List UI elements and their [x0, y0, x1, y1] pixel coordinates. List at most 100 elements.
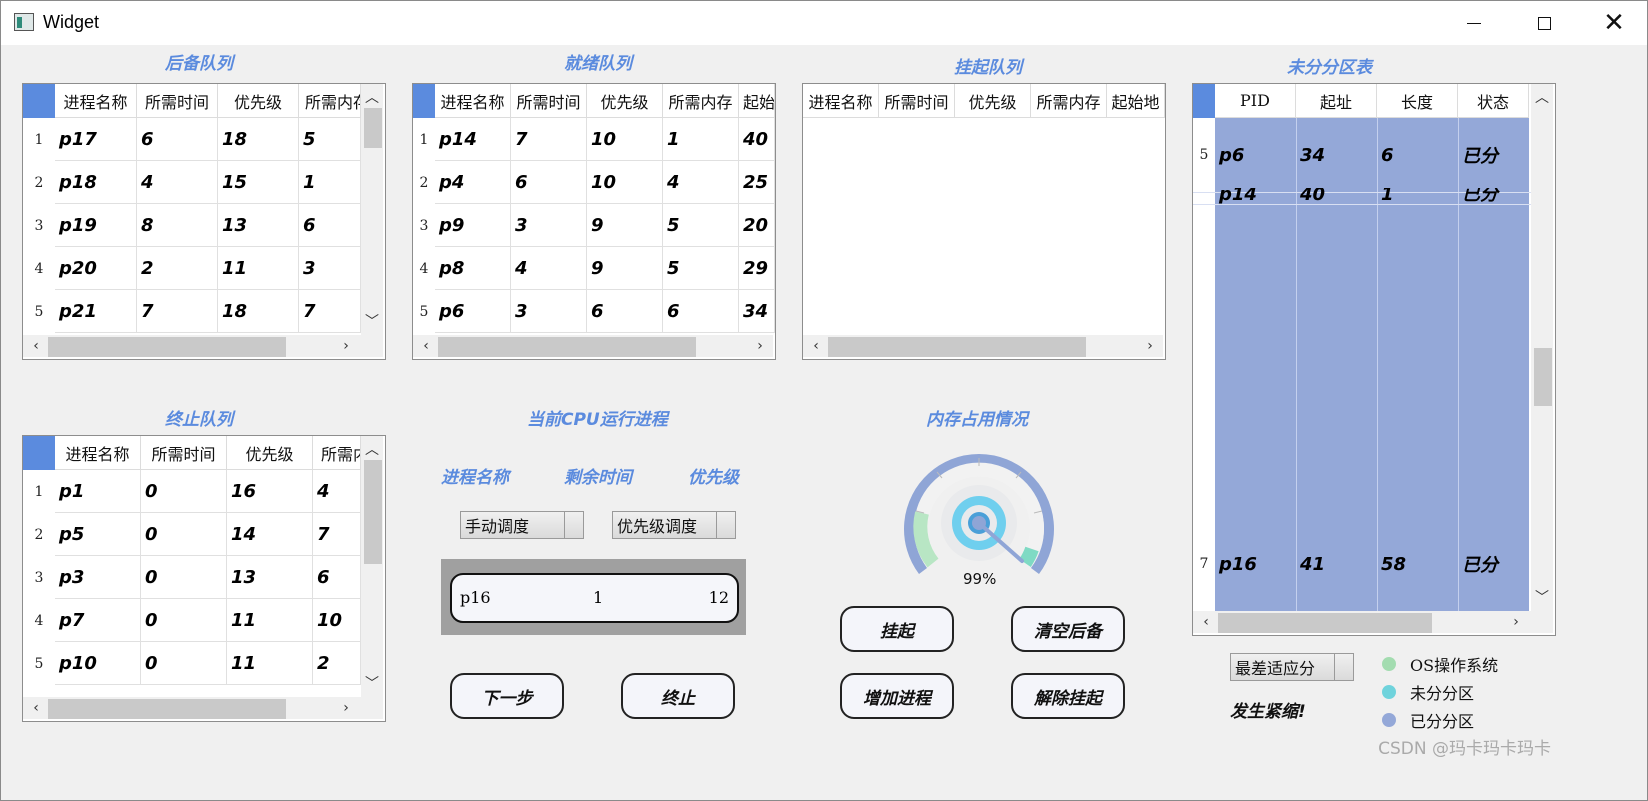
row-header[interactable]: 3 [23, 556, 55, 599]
column-header[interactable]: 所需内存 [1031, 84, 1107, 118]
table-cell[interactable]: 58 [1377, 542, 1458, 586]
table-cell[interactable]: 1 [299, 161, 361, 204]
table-cell[interactable]: p5 [55, 513, 141, 556]
table-cell[interactable]: 18 [218, 118, 299, 161]
table-cell[interactable]: 4 [511, 247, 587, 290]
vertical-scrollbar[interactable]: ︿ ﹀ [361, 436, 383, 697]
table-cell[interactable]: 3 [511, 290, 587, 333]
column-header[interactable]: 进程名称 [803, 84, 879, 118]
column-header[interactable]: 所需时间 [879, 84, 955, 118]
row-header[interactable]: 2 [23, 161, 55, 204]
add-process-button[interactable]: 增加进程 [840, 673, 954, 719]
horizontal-scrollbar[interactable]: ‹ › [23, 335, 383, 357]
column-header[interactable]: 状态 [1458, 84, 1529, 118]
row-header[interactable]: 4 [413, 247, 435, 290]
table-cell[interactable]: p18 [55, 161, 137, 204]
scroll-down-icon[interactable]: ﹀ [1533, 588, 1551, 606]
table-cell[interactable]: 6 [511, 161, 587, 204]
row-header[interactable]: 5 [1193, 118, 1215, 192]
next-step-button[interactable]: 下一步 [450, 673, 564, 719]
row-header[interactable]: 5 [23, 290, 55, 333]
table-cell[interactable]: 34 [1296, 118, 1377, 192]
scroll-thumb[interactable] [48, 337, 286, 357]
free-partition-table[interactable]: PID 起址 长度 状态 5 p6 34 6 已分 p14 40 1 已分 7 … [1192, 83, 1556, 636]
row-header[interactable]: 7 [1193, 542, 1215, 586]
table-cell[interactable]: 6 [1377, 118, 1458, 192]
table-cell[interactable]: 10 [313, 599, 361, 642]
column-header[interactable]: 进程名称 [435, 84, 511, 118]
table-cell[interactable]: 6 [299, 204, 361, 247]
scroll-left-icon[interactable]: ‹ [1197, 613, 1215, 631]
table-cell[interactable]: 10 [587, 161, 663, 204]
table-cell[interactable]: 1 [663, 118, 739, 161]
scroll-left-icon[interactable]: ‹ [27, 337, 45, 355]
row-header[interactable]: 2 [413, 161, 435, 204]
table-cell[interactable]: 20 [739, 204, 775, 247]
table-cell[interactable]: 4 [137, 161, 218, 204]
table-cell[interactable]: 8 [137, 204, 218, 247]
close-button[interactable]: ✕ [1584, 1, 1644, 45]
terminate-button[interactable]: 终止 [621, 673, 735, 719]
table-cell[interactable]: 13 [218, 204, 299, 247]
table-cell[interactable]: p14 [1215, 188, 1296, 204]
scroll-right-icon[interactable]: › [1507, 613, 1525, 631]
table-cell[interactable]: 29 [739, 247, 775, 290]
table-cell[interactable]: 7 [137, 290, 218, 333]
row-header[interactable]: 5 [413, 290, 435, 333]
scroll-up-icon[interactable]: ︿ [363, 440, 381, 458]
backup-queue-table[interactable]: 进程名称 所需时间 优先级 所需内存 1 p17 6 18 5 2 p18 4 … [22, 83, 386, 360]
row-header[interactable]: 4 [23, 599, 55, 642]
row-header[interactable]: 1 [23, 470, 55, 513]
table-cell[interactable]: 已分 [1458, 118, 1529, 192]
scroll-right-icon[interactable]: › [337, 337, 355, 355]
table-cell[interactable]: 2 [137, 247, 218, 290]
column-header[interactable]: 优先级 [955, 84, 1031, 118]
table-cell[interactable]: 14 [227, 513, 313, 556]
table-cell[interactable]: p10 [55, 642, 141, 685]
table-cell[interactable]: p20 [55, 247, 137, 290]
table-cell[interactable]: 6 [663, 290, 739, 333]
table-cell[interactable]: 7 [299, 290, 361, 333]
table-cell[interactable]: 34 [739, 290, 775, 333]
table-cell[interactable]: 5 [299, 118, 361, 161]
horizontal-scrollbar[interactable]: ‹ › [803, 335, 1163, 357]
scroll-down-icon[interactable]: ﹀ [363, 674, 381, 692]
table-cell[interactable]: 15 [218, 161, 299, 204]
table-cell[interactable]: p21 [55, 290, 137, 333]
maximize-button[interactable] [1514, 1, 1574, 45]
table-cell[interactable]: 11 [218, 247, 299, 290]
table-cell[interactable]: 10 [587, 118, 663, 161]
column-header[interactable]: 优先级 [227, 436, 313, 470]
column-header[interactable]: 进程名称 [55, 84, 137, 118]
table-cell[interactable]: p1 [55, 470, 141, 513]
column-header[interactable]: 起始 [739, 84, 775, 118]
table-cell[interactable]: 已分 [1458, 188, 1529, 204]
table-cell[interactable]: 已分 [1458, 542, 1529, 586]
scroll-thumb[interactable] [48, 699, 286, 719]
column-header[interactable]: 进程名称 [55, 436, 141, 470]
column-header[interactable]: 所需时间 [141, 436, 227, 470]
minimize-button[interactable] [1444, 1, 1504, 45]
suspend-queue-table[interactable]: 进程名称 所需时间 优先级 所需内存 起始地 ‹ › [802, 83, 1166, 360]
row-header[interactable]: 5 [23, 642, 55, 685]
scroll-thumb[interactable] [364, 108, 382, 148]
table-cell[interactable]: 41 [1296, 542, 1377, 586]
vertical-scrollbar[interactable]: ︿ ﹀ [361, 84, 383, 335]
table-cell[interactable]: 9 [587, 247, 663, 290]
table-cell[interactable]: 11 [227, 599, 313, 642]
scroll-thumb[interactable] [828, 337, 1086, 357]
scroll-right-icon[interactable]: › [1141, 337, 1159, 355]
table-cell[interactable]: p16 [1215, 542, 1296, 586]
column-header[interactable]: 所需内存 [299, 84, 361, 118]
row-header[interactable]: 3 [23, 204, 55, 247]
column-header[interactable]: 优先级 [587, 84, 663, 118]
algorithm-select[interactable]: 优先级调度 [612, 511, 736, 539]
table-cell[interactable]: 1 [1377, 188, 1458, 204]
table-cell[interactable]: p9 [435, 204, 511, 247]
table-cell[interactable]: p14 [435, 118, 511, 161]
table-cell[interactable]: p4 [435, 161, 511, 204]
scroll-thumb[interactable] [438, 337, 696, 357]
table-cell[interactable]: 0 [141, 642, 227, 685]
resume-button[interactable]: 解除挂起 [1011, 673, 1125, 719]
table-cell[interactable]: 18 [218, 290, 299, 333]
